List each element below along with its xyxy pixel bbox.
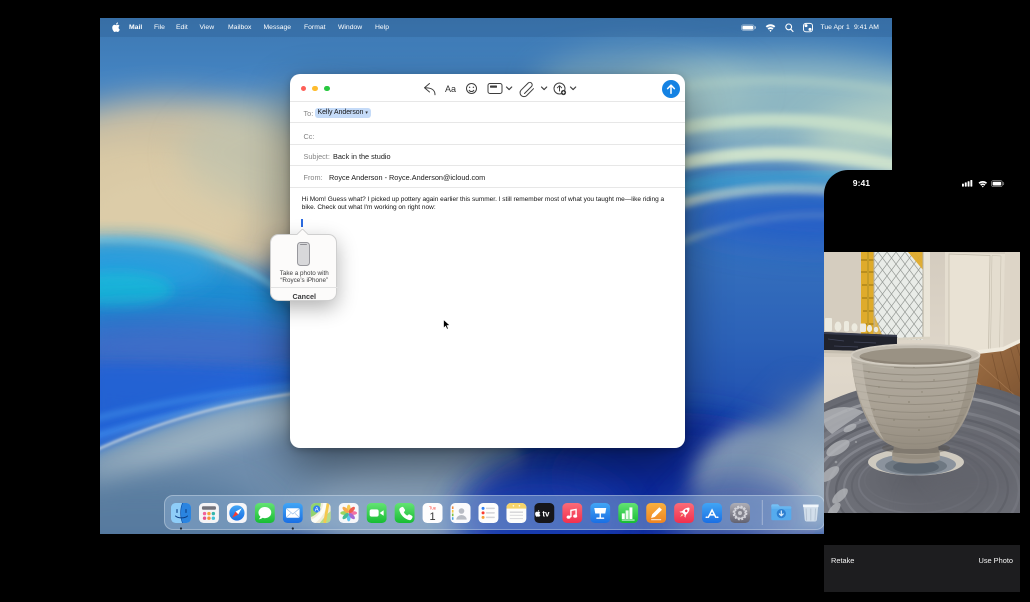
svg-text:1: 1 bbox=[429, 511, 435, 523]
svg-text:tv: tv bbox=[542, 509, 550, 518]
svg-text:Aa: Aa bbox=[445, 84, 456, 94]
svg-text:Tue: Tue bbox=[429, 505, 437, 510]
